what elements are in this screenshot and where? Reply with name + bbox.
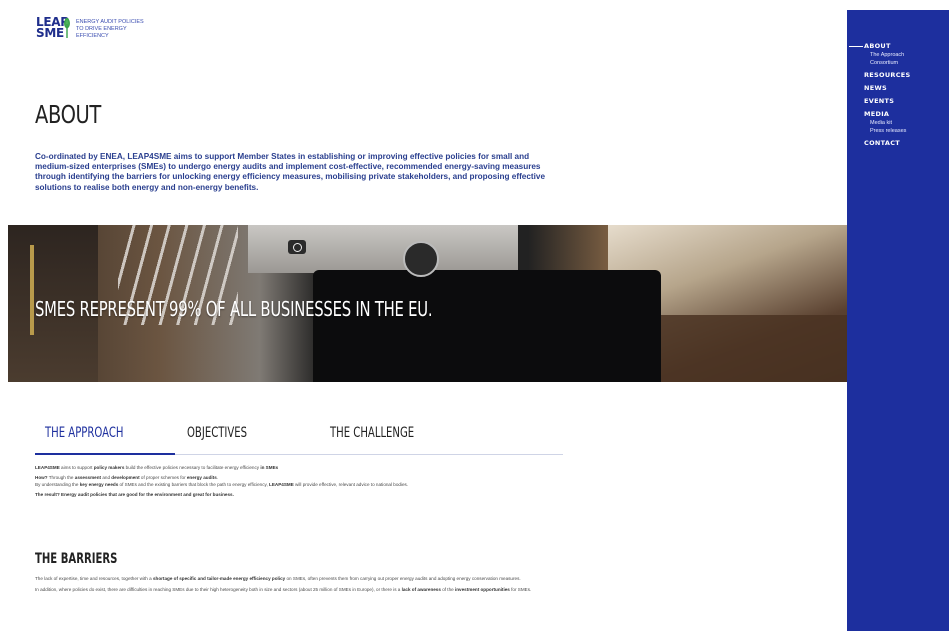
hero-photo-desk [648,315,847,382]
bold-text: key energy needs [79,482,119,487]
nav-item-news[interactable]: NEWS [864,84,911,93]
bold-text: The result? Energy audit policies that a… [35,491,234,497]
intro-paragraph: Co-ordinated by ENEA, LEAP4SME aims to s… [35,152,546,192]
bold-text: shortage of specific and tailor-made ene… [152,576,286,581]
text: on SMEs, often prevents them from carryi… [285,576,521,581]
bold-text: energy audits [186,474,217,480]
tab-panel-approach: LEAP4SME aims to support policy makers b… [35,464,575,500]
nav-subitem-the-approach[interactable]: The Approach [864,51,911,59]
text: and [101,474,112,480]
hero-photo-laptop [313,270,661,382]
tab-bar: THE APPROACH OBJECTIVES THE CHALLENGE [35,425,563,455]
text: In addition, where policies do exist, th… [35,586,402,592]
barriers-content: The lack of expertise, time and resource… [35,575,580,596]
tab-objectives[interactable]: OBJECTIVES [187,425,247,441]
nav-subitem-consortium[interactable]: Consortium [864,59,911,67]
nav-list: ABOUT The Approach Consortium RESOURCES … [864,42,911,148]
bold-text: LEAP4SME [269,482,294,487]
barriers-paragraph: In addition, where policies do exist, th… [35,586,580,594]
active-tab-underline [35,453,175,455]
text: Through the [47,474,75,480]
logo-tagline: ENERGY AUDIT POLICIES TO DRIVE ENERGY EF… [76,19,144,40]
text: build the effective policies necessary t… [124,465,261,470]
approach-paragraph: LEAP4SME aims to support policy makers b… [35,464,575,472]
sidebar-nav: ABOUT The Approach Consortium RESOURCES … [847,10,949,631]
bold-text: in SMEs [260,465,279,470]
hero-photo-sticker [403,241,439,277]
bold-text: lack of awareness [401,586,441,592]
text: By understanding the [35,482,80,487]
logo-tagline-line: EFFICIENCY [76,33,109,39]
section-title-barriers: THE BARRIERS [35,551,118,567]
logo-tagline-line: TO DRIVE ENERGY [76,26,127,32]
text: for SMEs. [509,586,532,592]
bold-text: development [111,474,140,480]
leaf-icon [64,18,70,38]
text: . [216,474,219,480]
text: The lack of expertise, time and resource… [35,576,153,581]
bold-text: How? [35,474,48,480]
text: of SMEs and the existing barriers that b… [118,482,270,487]
nav-item-resources[interactable]: RESOURCES [864,71,911,80]
bold-text: investment opportunities [454,586,510,592]
bold-text: LEAP4SME [35,465,60,470]
logo-tagline-line: ENERGY AUDIT POLICIES [76,19,144,25]
tab-the-approach[interactable]: THE APPROACH [45,425,123,441]
approach-paragraph: How? Through the assessment and developm… [35,474,575,489]
text: of proper schemes for [139,474,187,480]
hero-photo-stand [30,245,34,335]
bold-text: policy makers [93,465,125,470]
bold-text: assessment [74,474,102,480]
text: of the [440,586,455,592]
text: will provide effective, relevant advice … [293,482,409,487]
nav-item-events[interactable]: EVENTS [864,97,911,106]
page-title: ABOUT [35,100,101,129]
tab-the-challenge[interactable]: THE CHALLENGE [330,425,414,441]
nav-subitem-media-kit[interactable]: Media kit [864,119,911,127]
hero-banner: SMES REPRESENT 99% OF ALL BUSINESSES IN … [8,225,847,382]
nav-item-contact[interactable]: CONTACT [864,139,911,148]
camera-icon [288,240,306,254]
text: aims to support [59,465,94,470]
nav-subitem-press-releases[interactable]: Press releases [864,127,911,135]
nav-item-media[interactable]: MEDIA [864,110,911,119]
active-indicator [849,46,863,47]
hero-statement: SMES REPRESENT 99% OF ALL BUSINESSES IN … [35,297,433,321]
site-logo[interactable]: LEAP SME ENERGY AUDIT POLICIES TO DRIVE … [36,16,144,39]
approach-paragraph: The result? Energy audit policies that a… [35,491,575,499]
barriers-paragraph: The lack of expertise, time and resource… [35,575,580,583]
nav-item-about[interactable]: ABOUT [864,42,911,51]
